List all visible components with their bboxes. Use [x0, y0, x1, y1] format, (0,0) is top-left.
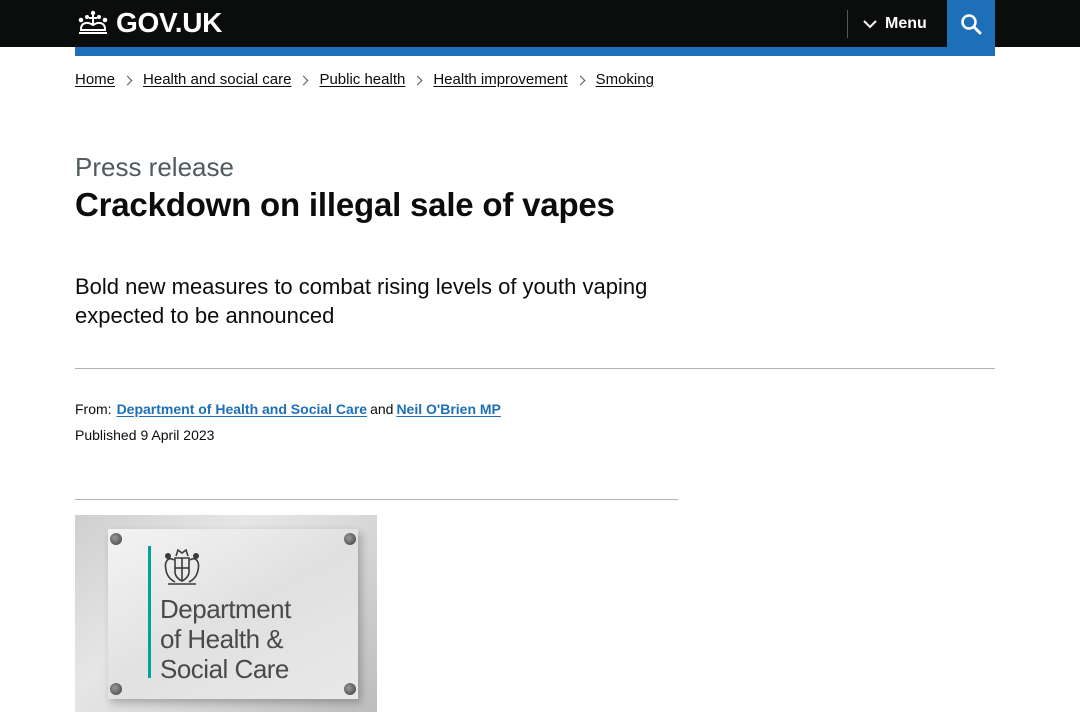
royal-coat-of-arms-icon: [164, 548, 200, 585]
content-divider: [75, 499, 678, 500]
organisation-link-dhsc[interactable]: Department of Health and Social Care: [117, 401, 368, 417]
plaque-line: of Health &: [160, 624, 284, 654]
menu-label: Menu: [885, 15, 927, 32]
person-link-neil-obrien[interactable]: Neil O'Brien MP: [396, 401, 500, 417]
plaque-line: Social Care: [160, 654, 289, 684]
from-label: From:: [75, 401, 112, 417]
breadcrumb-health-improvement[interactable]: Health improvement: [433, 71, 567, 89]
metadata-from: From: Department of Health and Social Car…: [75, 400, 501, 418]
plaque-accent-bar: [148, 546, 151, 678]
bolt-icon: [110, 533, 122, 545]
govuk-logo-link[interactable]: GOV.UK: [75, 7, 222, 39]
breadcrumb-health-and-social-care[interactable]: Health and social care: [143, 71, 291, 89]
chevron-right-icon: [575, 75, 586, 85]
section-divider: [75, 368, 995, 369]
search-button[interactable]: [947, 0, 995, 47]
bolt-icon: [110, 683, 122, 695]
plaque-line: Department: [160, 594, 291, 624]
page-caption: Press release: [75, 152, 234, 182]
lead-paragraph: Bold new measures to combat rising level…: [75, 274, 648, 328]
bolt-icon: [344, 533, 356, 545]
chevron-right-icon: [412, 75, 423, 85]
chevron-down-icon: [863, 20, 877, 29]
page-title: Crackdown on illegal sale of vapes: [75, 186, 615, 223]
breadcrumb-home[interactable]: Home: [75, 71, 115, 89]
department-plaque: Department of Health & Social Care: [108, 529, 358, 699]
published-date: 9 April 2023: [140, 427, 215, 443]
crown-icon: [78, 10, 108, 34]
chevron-right-icon: [298, 75, 309, 85]
bolt-icon: [344, 683, 356, 695]
menu-button[interactable]: Menu: [863, 12, 927, 36]
site-header: GOV.UK Menu: [0, 0, 1080, 47]
header-accent-bar: [75, 47, 995, 56]
metadata-published: Published 9 April 2023: [75, 426, 214, 444]
plaque-text: Department of Health & Social Care: [160, 594, 291, 684]
breadcrumb-smoking[interactable]: Smoking: [596, 71, 654, 89]
header-divider: [847, 10, 848, 38]
search-icon: [961, 13, 982, 34]
logo-text: GOV.UK: [116, 7, 223, 38]
published-label: Published: [75, 427, 137, 443]
hero-image: Department of Health & Social Care: [75, 515, 377, 712]
chevron-right-icon: [122, 75, 133, 85]
breadcrumb: Home Health and social care Public healt…: [75, 71, 654, 89]
and-text: and: [370, 401, 394, 417]
breadcrumb-public-health[interactable]: Public health: [319, 71, 405, 89]
